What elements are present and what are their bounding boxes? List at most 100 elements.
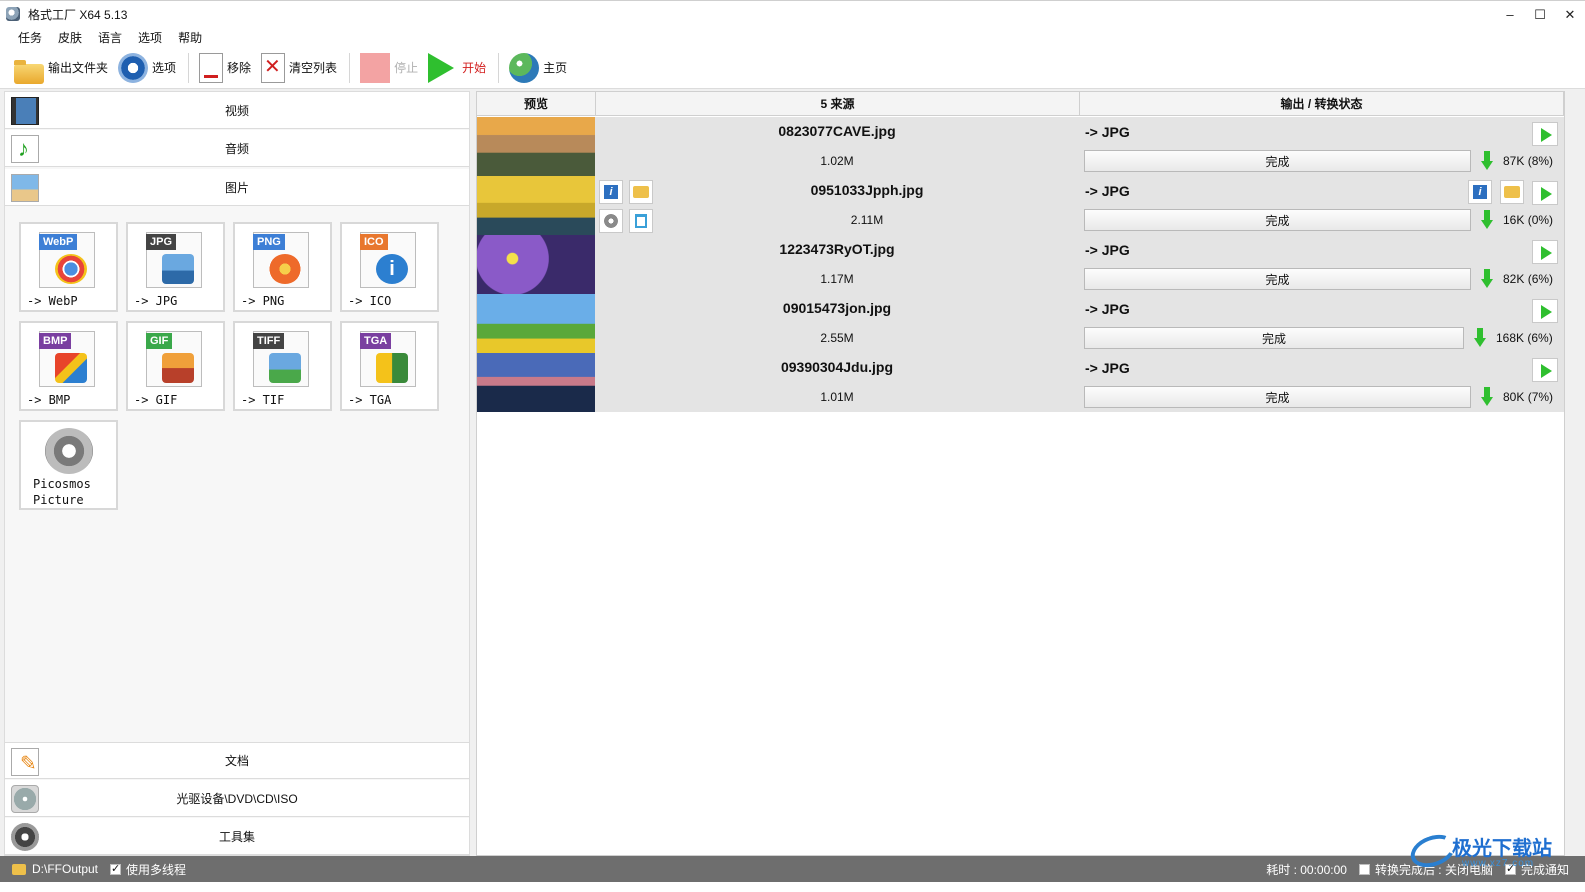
- settings-button[interactable]: [599, 209, 623, 233]
- watermark-subtext: www.xz7.com: [1462, 858, 1535, 869]
- header-preview[interactable]: 预览: [477, 92, 596, 116]
- play-button[interactable]: [1532, 358, 1558, 382]
- maximize-button[interactable]: ☐: [1525, 1, 1555, 28]
- window-controls: – ☐ ✕: [1495, 1, 1585, 28]
- category-disc[interactable]: 光驱设备\DVD\CD\ISO: [5, 780, 469, 817]
- clear-list-button[interactable]: 清空列表: [261, 51, 337, 85]
- format-tile-png[interactable]: PNG -> PNG: [233, 222, 332, 312]
- output-size: 82K (6%): [1503, 272, 1554, 286]
- home-label: 主页: [543, 61, 568, 75]
- picture-icon: [11, 174, 39, 202]
- remove-button[interactable]: 移除: [199, 51, 251, 85]
- format-badge: JPG: [146, 234, 177, 250]
- stop-button[interactable]: 停止: [360, 51, 418, 85]
- thumbnail: [477, 117, 595, 176]
- play-button[interactable]: [1532, 299, 1558, 323]
- table-row[interactable]: 0823077CAVE.jpg 1.02M -> JPG 完成 87K (8%): [477, 117, 1564, 176]
- file-size: 1.02M: [820, 154, 854, 168]
- output-folder-button[interactable]: 输出文件夹: [14, 51, 108, 85]
- format-tile-tif[interactable]: TIFF -> TIF: [233, 321, 332, 411]
- stop-label: 停止: [394, 61, 419, 75]
- format-tile-label: -> TGA: [348, 393, 392, 407]
- picosmos-label: Picosmos Picture: [33, 476, 91, 508]
- picosmos-picture-tile[interactable]: Picosmos Picture: [19, 420, 118, 510]
- format-tile-gif[interactable]: GIF -> GIF: [126, 321, 225, 411]
- download-arrow-icon: [1481, 210, 1493, 230]
- multithread-checkbox[interactable]: [110, 862, 122, 875]
- output-size: 16K (0%): [1503, 213, 1554, 227]
- format-tile-label: -> WebP: [27, 294, 78, 308]
- status-text: 完成: [1265, 390, 1290, 405]
- category-audio-label: 音频: [224, 141, 249, 156]
- download-arrow-icon: [1474, 328, 1486, 348]
- remove-icon: [199, 52, 224, 83]
- menu-task[interactable]: 任务: [18, 29, 42, 46]
- menu-language[interactable]: 语言: [98, 29, 122, 46]
- category-document-label: 文档: [224, 754, 249, 768]
- play-button[interactable]: [1532, 122, 1558, 146]
- toolbar: 输出文件夹 选项 移除 清空列表 停止 开始 主页: [0, 47, 1585, 89]
- folder-icon: [12, 863, 26, 875]
- film-reel-icon: [11, 823, 39, 851]
- category-tools[interactable]: 工具集: [5, 818, 469, 855]
- output-info-button[interactable]: i: [1468, 180, 1492, 204]
- format-badge: ICO: [360, 234, 388, 250]
- title-bar: 格式工厂 X64 5.13 – ☐ ✕: [0, 0, 1585, 27]
- clear-list-label: 清空列表: [289, 61, 338, 75]
- play-button[interactable]: [1532, 240, 1558, 264]
- format-tile-bmp[interactable]: BMP -> BMP: [19, 321, 118, 411]
- toolbar-separator: [349, 52, 351, 83]
- table-row[interactable]: 09015473jon.jpg 2.55M -> JPG 完成 168K (6%…: [477, 294, 1564, 353]
- output-format: -> JPG: [1085, 242, 1130, 258]
- format-tile-jpg[interactable]: JPG -> JPG: [126, 222, 225, 312]
- options-button[interactable]: 选项: [118, 51, 176, 85]
- sunset-icon: [162, 353, 194, 383]
- menu-help[interactable]: 帮助: [178, 29, 202, 46]
- minimize-button[interactable]: –: [1495, 1, 1525, 28]
- format-badge: BMP: [39, 333, 72, 349]
- download-arrow-icon: [1481, 269, 1493, 289]
- output-size: 168K (6%): [1496, 331, 1553, 345]
- format-tile-tga[interactable]: TGA -> TGA: [340, 321, 439, 411]
- format-tile-webp[interactable]: WebP -> WebP: [19, 222, 118, 312]
- output-path[interactable]: D:\FFOutput: [32, 862, 98, 876]
- table-row[interactable]: 09390304Jdu.jpg 1.01M -> JPG 完成 80K (7%): [477, 353, 1564, 412]
- gear-icon: [604, 214, 618, 228]
- home-button[interactable]: 主页: [509, 51, 567, 85]
- output-folder-button[interactable]: [1500, 180, 1524, 204]
- file-name: 0951033Jpph.jpg: [810, 182, 924, 198]
- category-audio[interactable]: 音频: [5, 130, 469, 167]
- play-button[interactable]: [1532, 181, 1558, 205]
- category-document[interactable]: 文档: [5, 742, 469, 779]
- remove-label: 移除: [227, 61, 252, 75]
- category-picture[interactable]: 图片: [5, 169, 469, 206]
- table-row[interactable]: 1223473RyOT.jpg 1.17M -> JPG 完成 82K (6%): [477, 235, 1564, 294]
- progress-bar: 完成: [1084, 268, 1471, 290]
- file-name: 09015473jon.jpg: [782, 300, 892, 316]
- thumbnail: [477, 353, 595, 412]
- file-name: 1223473RyOT.jpg: [779, 241, 895, 257]
- table-row[interactable]: i 0951033Jpph.jpg 2.11M -> JPG 完成 16K (0…: [477, 176, 1564, 235]
- landscape-icon: [269, 353, 301, 383]
- image-icon: [162, 254, 194, 284]
- header-output[interactable]: 输出 / 转换状态: [1080, 92, 1564, 116]
- app-icon: [6, 7, 20, 21]
- gear-icon: [45, 428, 93, 474]
- output-format: -> JPG: [1085, 183, 1130, 199]
- info-button[interactable]: i: [599, 180, 623, 204]
- multithread-label: 使用多线程: [126, 862, 187, 877]
- close-button[interactable]: ✕: [1555, 1, 1585, 28]
- header-source[interactable]: 5 来源: [596, 92, 1080, 116]
- format-tile-label: -> TIF: [241, 393, 285, 407]
- after-convert-checkbox[interactable]: [1358, 863, 1370, 875]
- disc-icon: [11, 785, 39, 813]
- category-video[interactable]: 视频: [5, 92, 469, 129]
- output-format: -> JPG: [1085, 301, 1130, 317]
- menu-skin[interactable]: 皮肤: [58, 29, 82, 46]
- start-button[interactable]: 开始: [428, 51, 486, 85]
- watermark-text: 极光下载站: [1452, 838, 1552, 860]
- output-size: 87K (8%): [1503, 154, 1554, 168]
- format-tile-ico[interactable]: ICO i -> ICO: [340, 222, 439, 312]
- start-label: 开始: [462, 61, 487, 75]
- menu-options[interactable]: 选项: [138, 29, 162, 46]
